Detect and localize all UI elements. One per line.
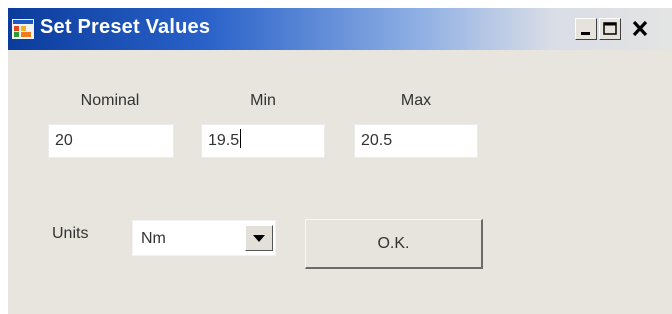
min-input[interactable]: 19.5: [201, 124, 325, 158]
units-selected-value: Nm: [141, 230, 166, 247]
window-title: Set Preset Values: [40, 16, 211, 38]
close-icon: [632, 20, 648, 37]
maximize-button[interactable]: [599, 18, 621, 40]
units-label: Units: [52, 225, 89, 242]
minimize-icon: [581, 32, 590, 35]
nominal-input-value: 20: [55, 132, 73, 149]
text-caret: [240, 129, 242, 148]
app-form-icon: [12, 19, 34, 39]
min-label: Min: [250, 92, 276, 109]
title-bar[interactable]: Set Preset Values: [8, 8, 672, 50]
minimize-button[interactable]: [575, 18, 597, 40]
nominal-input[interactable]: 20: [48, 124, 174, 158]
min-input-value: 19.5: [208, 132, 240, 149]
close-button[interactable]: [626, 18, 658, 40]
ok-button[interactable]: O.K.: [305, 219, 483, 269]
set-preset-values-window: Set Preset Values Nominal Min Max 20 19.…: [8, 8, 672, 314]
max-label: Max: [400, 92, 432, 109]
max-input[interactable]: 20.5: [354, 124, 478, 158]
chevron-down-icon: [253, 235, 265, 242]
units-dropdown-button[interactable]: [245, 225, 273, 251]
nominal-label: Nominal: [80, 92, 140, 109]
maximize-icon: [603, 22, 617, 35]
max-input-value: 20.5: [361, 132, 393, 149]
units-dropdown[interactable]: Nm: [132, 220, 276, 256]
